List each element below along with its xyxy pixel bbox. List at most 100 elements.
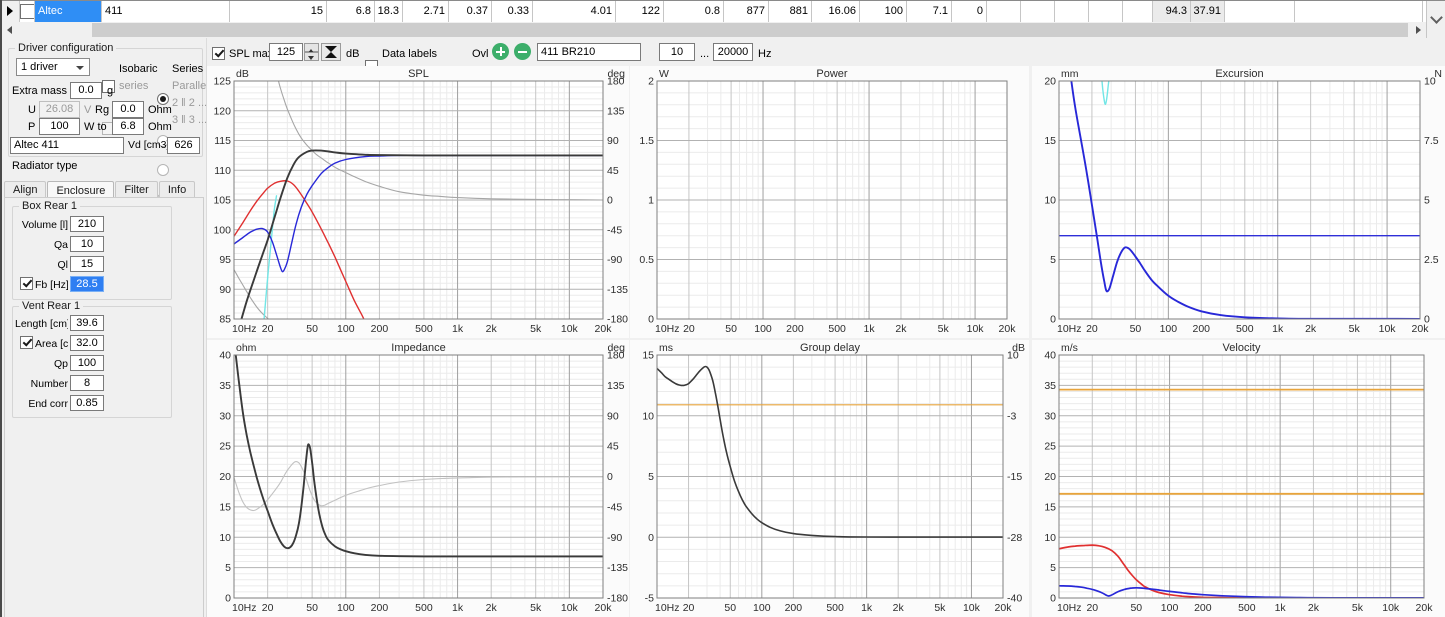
- empty-cell[interactable]: [987, 1, 1021, 22]
- row-checkbox[interactable]: [20, 4, 35, 19]
- x-axis-tick: 5k: [1352, 602, 1364, 614]
- driver-value-cell[interactable]: 877: [724, 1, 769, 22]
- driver-value-cell[interactable]: 881: [769, 1, 812, 22]
- tab-align[interactable]: Align: [4, 181, 46, 198]
- table-horizontal-scrollbar[interactable]: [2, 22, 1427, 38]
- config-2x2-label: 2 ‖ 2 ...: [172, 97, 207, 109]
- tab-filter[interactable]: Filter: [115, 181, 157, 198]
- empty-cell[interactable]: [1295, 1, 1423, 22]
- chart-title: Impedance: [391, 342, 445, 354]
- scroll-left-icon: [7, 26, 12, 34]
- group-delay-chart: -505101510-3-15-28-4010Hz20501002005001k…: [630, 340, 1029, 617]
- length-cm--input[interactable]: 39.6: [70, 315, 104, 331]
- right-unit-label: deg: [607, 68, 625, 80]
- y-axis-tick: 30: [219, 410, 231, 422]
- ql-input[interactable]: 15: [70, 256, 104, 272]
- remove-overlay-button[interactable]: [514, 43, 531, 60]
- driver-name-field[interactable]: Altec 411: [10, 137, 124, 154]
- x-axis-tick: 10Hz: [232, 323, 257, 335]
- freq-max-input[interactable]: 20000: [713, 43, 753, 61]
- driver-name-cell[interactable]: Altec: [35, 1, 102, 22]
- x-axis-tick: 10Hz: [1057, 323, 1082, 335]
- y-axis-tick: 0.5: [639, 254, 654, 266]
- scrollbar-thumb[interactable]: [92, 23, 1408, 37]
- y-axis-tick: 85: [219, 314, 231, 326]
- spl-max-input[interactable]: 125: [269, 43, 303, 61]
- right-axis-tick: -135: [607, 562, 628, 574]
- spl-max-spinner[interactable]: [304, 43, 319, 61]
- empty-cell[interactable]: [1055, 1, 1089, 22]
- x-axis-tick: 20: [1086, 602, 1098, 614]
- empty-cell[interactable]: [1225, 1, 1295, 22]
- driver-value-cell[interactable]: 15: [230, 1, 327, 22]
- driver-value-cell[interactable]: 18.3: [375, 1, 403, 22]
- empty-cell[interactable]: [1021, 1, 1055, 22]
- left-unit-label: dB: [236, 68, 249, 80]
- power-impedance-input[interactable]: 6.8: [112, 118, 144, 135]
- number-input[interactable]: 8: [70, 375, 104, 391]
- x-axis-tick: 50: [725, 323, 737, 335]
- empty-cell[interactable]: [1123, 1, 1153, 22]
- spl-max-checkbox[interactable]: [212, 47, 225, 60]
- area-cm2-checkbox[interactable]: [20, 336, 33, 349]
- driver-value-cell[interactable]: 0.33: [492, 1, 533, 22]
- x-axis-tick: 20k: [999, 323, 1017, 335]
- scrollbar-track[interactable]: [19, 22, 1410, 38]
- driver-model-cell[interactable]: 411: [102, 1, 230, 22]
- driver-value-cell[interactable]: 2.71: [403, 1, 449, 22]
- autoscale-button[interactable]: [321, 43, 341, 61]
- tab-info[interactable]: Info: [159, 181, 195, 198]
- y-axis-tick: 25: [1044, 441, 1056, 453]
- range-separator: ...: [700, 48, 709, 60]
- isobaric-label: Isobaric: [119, 63, 158, 75]
- driver-value-cell[interactable]: 0.8: [664, 1, 724, 22]
- qa-input[interactable]: 10: [70, 236, 104, 252]
- rg-input[interactable]: 0.0: [112, 101, 144, 118]
- scroll-left-button[interactable]: [2, 22, 19, 38]
- voltage-input[interactable]: 26.08: [39, 101, 80, 118]
- chevron-down-icon: [1430, 11, 1443, 24]
- scroll-right-button[interactable]: [1410, 22, 1427, 38]
- freq-min-input[interactable]: 10: [659, 43, 695, 61]
- empty-cell[interactable]: [1089, 1, 1123, 22]
- driver-value-cell[interactable]: 16.06: [812, 1, 860, 22]
- row-checkbox-cell[interactable]: [20, 1, 35, 22]
- driver-value-cell[interactable]: 4.01: [533, 1, 616, 22]
- y-axis-tick: 5: [1050, 254, 1056, 266]
- table-vertical-scrollbar[interactable]: [1426, 1, 1445, 38]
- chart-title: Excursion: [1215, 68, 1263, 80]
- driver-value-cell[interactable]: 0: [952, 1, 987, 22]
- enclosure-tool-window: Altec411156.818.32.710.370.334.011220.88…: [0, 0, 1445, 617]
- driver-value-cell[interactable]: 100: [860, 1, 907, 22]
- spinner-up-icon[interactable]: [304, 43, 319, 52]
- x-axis-tick: 100: [754, 323, 772, 335]
- group-label: Driver configuration: [15, 42, 116, 54]
- param-label: Fb [Hz]: [35, 279, 68, 291]
- volume-l--input[interactable]: 210: [70, 216, 104, 232]
- spinner-down-icon[interactable]: [304, 52, 319, 61]
- fb-hz--input[interactable]: 28.5: [70, 276, 104, 292]
- right-axis-tick: 7.5: [1424, 135, 1439, 147]
- qp-input[interactable]: 100: [70, 355, 104, 371]
- vd-input[interactable]: 626: [167, 137, 200, 154]
- right-axis-tick: 45: [607, 441, 619, 453]
- chart-title: Power: [816, 68, 848, 80]
- row-select-arrow[interactable]: [2, 1, 20, 22]
- area-cm2-input[interactable]: 32.0: [70, 335, 104, 351]
- config-2x2-radio[interactable]: [157, 164, 169, 176]
- x-axis-tick: 2k: [486, 602, 498, 614]
- x-axis-tick: 10k: [967, 323, 985, 335]
- add-overlay-button[interactable]: [492, 43, 509, 60]
- overlay-name-input[interactable]: 411 BR210: [537, 43, 641, 61]
- driver-value-cell[interactable]: 122: [616, 1, 664, 22]
- fb-hz--checkbox[interactable]: [20, 277, 33, 290]
- driver-count-dropdown[interactable]: 1 driver: [16, 58, 90, 76]
- extra-mass-input[interactable]: 0.0: [70, 82, 102, 99]
- driver-value-cell[interactable]: 7.1: [907, 1, 952, 22]
- series-label: Series: [172, 63, 203, 75]
- x-axis-tick: 20: [1086, 323, 1098, 335]
- power-input[interactable]: 100: [39, 118, 80, 135]
- end-corr-input[interactable]: 0.85: [70, 395, 104, 411]
- driver-value-cell[interactable]: 6.8: [327, 1, 375, 22]
- driver-value-cell[interactable]: 0.37: [449, 1, 492, 22]
